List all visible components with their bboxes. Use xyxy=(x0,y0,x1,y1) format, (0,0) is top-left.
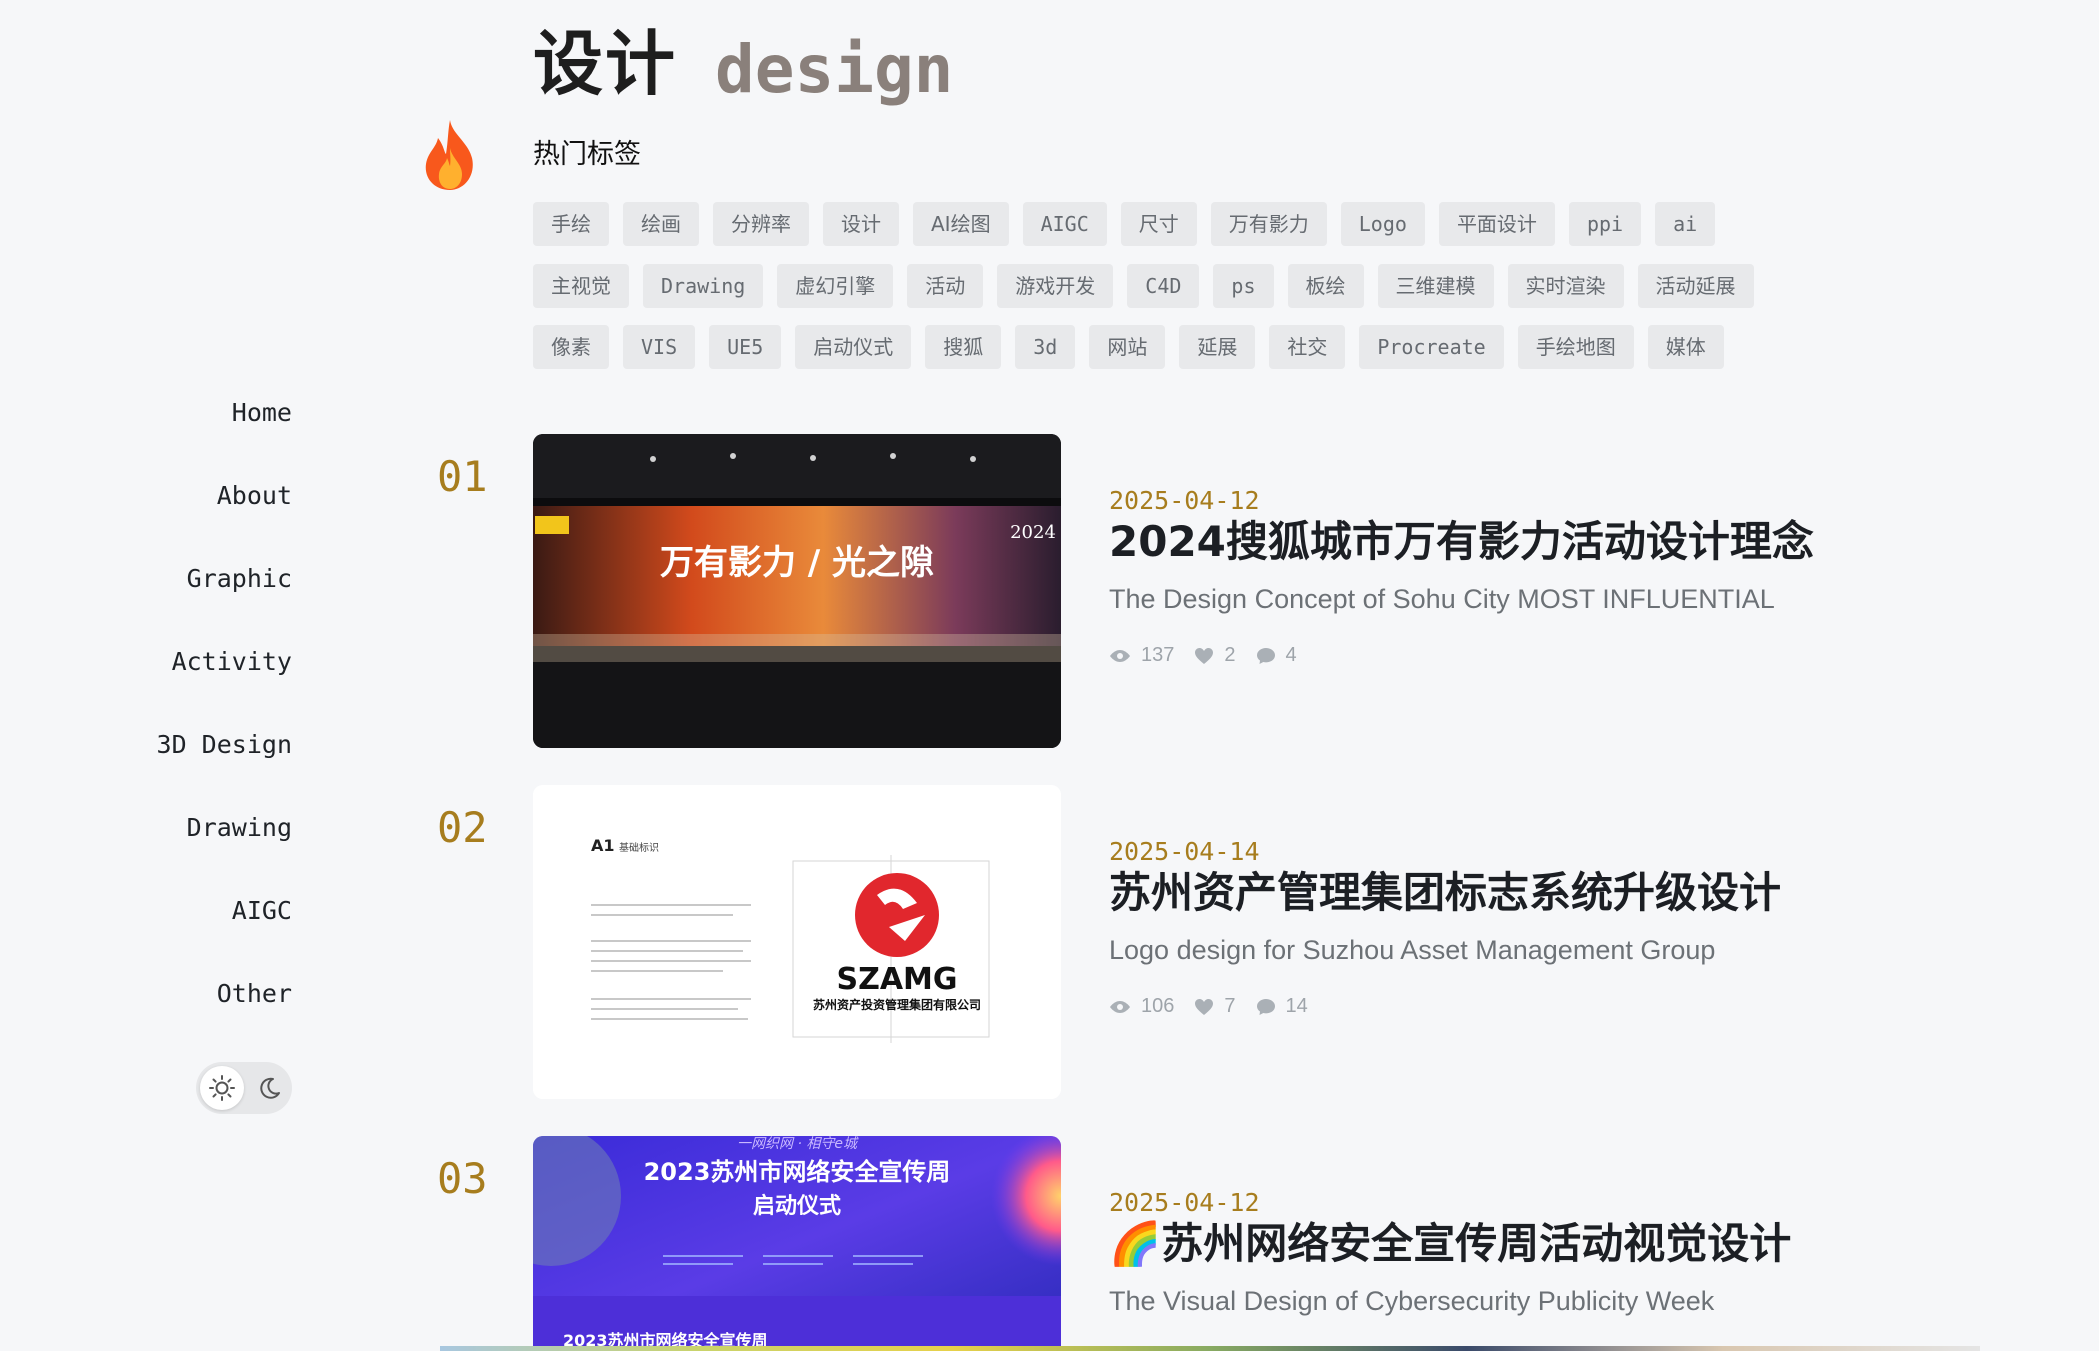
views-stat: 106 xyxy=(1109,995,1174,1018)
tag[interactable]: ppi xyxy=(1568,202,1642,246)
tag[interactable]: 三维建模 xyxy=(1377,264,1494,308)
tag[interactable]: 绘画 xyxy=(623,202,699,246)
tag[interactable]: ai xyxy=(1655,202,1716,246)
likes-stat: 7 xyxy=(1194,995,1236,1018)
tag[interactable]: 万有影力 xyxy=(1210,202,1327,246)
comment-icon xyxy=(1256,647,1275,664)
post-number: 01 xyxy=(437,452,488,501)
likes-count: 2 xyxy=(1224,644,1236,666)
post-item[interactable]: 03 一网织网 · 相守e城 2023苏州市网络安全宣传周 启动仪式 2023苏… xyxy=(0,1136,2099,1351)
tag-row-2: 主视觉 Drawing 虚幻引擎 活动 游戏开发 C4D ps 板绘 三维建模 … xyxy=(533,264,1754,308)
thumbnail-heading-sub: 基础标识 xyxy=(619,841,659,854)
tag-row-1: 手绘 绘画 分辨率 设计 AI绘图 AIGC 尺寸 万有影力 Logo 平面设计… xyxy=(533,202,1716,246)
eye-icon xyxy=(1110,649,1130,662)
tag[interactable]: 平面设计 xyxy=(1438,202,1555,246)
tag[interactable]: AIGC xyxy=(1022,202,1107,246)
post-subtitle: The Design Concept of Sohu City MOST INF… xyxy=(1109,584,1775,614)
tag[interactable]: Logo xyxy=(1340,202,1425,246)
hot-tags-label: 热门标签 xyxy=(533,139,641,170)
thumbnail-text: 万有影力 / 光之隙 xyxy=(660,543,934,583)
post-stats: 106 7 14 xyxy=(1109,995,1328,1018)
post-thumbnail[interactable]: 万有影力 / 光之隙 2024 xyxy=(533,434,1061,748)
tag-row-3: 像素 VIS UE5 启动仪式 搜狐 3d 网站 延展 社交 Procreate… xyxy=(533,325,1724,369)
post-number: 03 xyxy=(437,1154,488,1203)
heart-icon xyxy=(1195,647,1214,664)
tag[interactable]: AI绘图 xyxy=(913,202,1009,246)
tag[interactable]: 像素 xyxy=(533,325,609,369)
tag[interactable]: VIS xyxy=(623,325,696,369)
tag[interactable]: 游戏开发 xyxy=(997,264,1114,308)
post-item[interactable]: 01 万有影力 / 光之隙 2024 2025-04-12 2024搜狐城市万有… xyxy=(0,434,2099,764)
tag[interactable]: Drawing xyxy=(643,264,764,308)
post-date: 2025-04-12 xyxy=(1109,1188,1260,1217)
comments-stat: 14 xyxy=(1256,995,1308,1018)
post-thumbnail[interactable]: A1 基础标识 SZAMG 苏州资产投资管理集团有限公司 xyxy=(533,785,1061,1099)
thumbnail-subtitle: 启动仪式 xyxy=(753,1193,841,1219)
next-row-preview xyxy=(440,1346,1980,1351)
fire-icon xyxy=(425,120,473,190)
post-number: 02 xyxy=(437,803,488,852)
thumbnail-logo-text: SZAMG xyxy=(836,962,957,997)
tag[interactable]: ps xyxy=(1213,264,1274,308)
thumbnail-heading: A1 xyxy=(591,836,615,855)
tag[interactable]: 主视觉 xyxy=(533,264,629,308)
post-title[interactable]: 🌈苏州网络安全宣传周活动视觉设计 xyxy=(1109,1214,2069,1274)
post-subtitle: Logo design for Suzhou Asset Management … xyxy=(1109,935,1716,965)
heart-icon xyxy=(1195,998,1214,1015)
page-title: 设计 xyxy=(533,23,677,105)
thumbnail-year: 2024 xyxy=(1010,522,1056,543)
views-count: 106 xyxy=(1141,995,1175,1017)
tag[interactable]: 手绘 xyxy=(533,202,609,246)
likes-stat: 2 xyxy=(1194,644,1236,667)
thumbnail-slogan: 一网织网 · 相守e城 xyxy=(737,1136,859,1152)
tag[interactable]: 启动仪式 xyxy=(795,325,912,369)
tag[interactable]: 延展 xyxy=(1179,325,1256,369)
comments-stat: 4 xyxy=(1256,644,1297,667)
post-date: 2025-04-12 xyxy=(1109,486,1260,515)
views-stat: 137 xyxy=(1109,644,1174,667)
post-title[interactable]: 2024搜狐城市万有影力活动设计理念 xyxy=(1109,512,2069,572)
comments-count: 4 xyxy=(1285,644,1297,666)
page-title-english: design xyxy=(715,31,954,108)
tag[interactable]: Procreate xyxy=(1359,325,1504,369)
post-date: 2025-04-14 xyxy=(1109,837,1260,866)
likes-count: 7 xyxy=(1224,995,1236,1017)
post-thumbnail[interactable]: 一网织网 · 相守e城 2023苏州市网络安全宣传周 启动仪式 2023苏州市网… xyxy=(533,1136,1061,1351)
tag[interactable]: UE5 xyxy=(709,325,782,369)
tag[interactable]: 虚幻引擎 xyxy=(777,264,894,308)
eye-icon xyxy=(1110,1000,1130,1013)
tag[interactable]: 板绘 xyxy=(1287,264,1364,308)
thumbnail-title: 2023苏州市网络安全宣传周 xyxy=(644,1158,951,1186)
post-subtitle: The Visual Design of Cybersecurity Publi… xyxy=(1109,1286,1715,1316)
tag[interactable]: 分辨率 xyxy=(713,202,809,246)
tag[interactable]: 活动延展 xyxy=(1637,264,1754,308)
tag[interactable]: C4D xyxy=(1127,264,1200,308)
tag[interactable]: 3d xyxy=(1015,325,1076,369)
post-stats: 137 2 4 xyxy=(1109,644,1317,667)
post-item[interactable]: 02 A1 基础标识 SZAMG 苏州资产投资管理集团有限公司 2025-04-… xyxy=(0,785,2099,1115)
views-count: 137 xyxy=(1141,644,1175,666)
post-title[interactable]: 苏州资产管理集团标志系统升级设计 xyxy=(1109,863,2069,923)
tag[interactable]: 社交 xyxy=(1269,325,1346,369)
tag[interactable]: 实时渲染 xyxy=(1507,264,1624,308)
comments-count: 14 xyxy=(1285,995,1308,1017)
tag[interactable]: 搜狐 xyxy=(925,325,1002,369)
tag[interactable]: 活动 xyxy=(907,264,984,308)
tag[interactable]: 媒体 xyxy=(1647,325,1724,369)
thumbnail-company: 苏州资产投资管理集团有限公司 xyxy=(813,997,981,1012)
tag[interactable]: 尺寸 xyxy=(1120,202,1197,246)
tag[interactable]: 网站 xyxy=(1089,325,1166,369)
tag[interactable]: 手绘地图 xyxy=(1517,325,1634,369)
comment-icon xyxy=(1256,998,1275,1015)
tag[interactable]: 设计 xyxy=(823,202,899,246)
